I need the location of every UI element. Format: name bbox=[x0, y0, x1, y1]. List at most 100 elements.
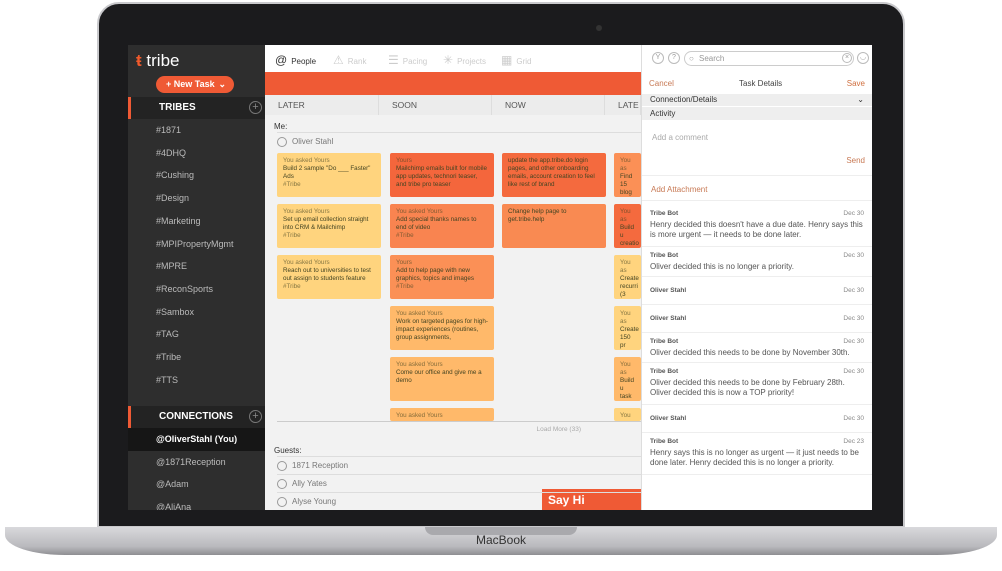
task-card[interactable]: You asked Yours Reach out to universities… bbox=[277, 255, 381, 299]
task-card[interactable]: You asked Yours Work on targeted pages fo… bbox=[390, 306, 494, 350]
tab-grid[interactable]: ▦ Grid bbox=[501, 53, 531, 67]
filter-icon[interactable]: Y bbox=[652, 52, 664, 64]
connections-header: CONNECTIONS + bbox=[128, 406, 265, 428]
people-icon: @ bbox=[275, 53, 288, 67]
user-icon bbox=[277, 136, 287, 147]
add-tribe-icon[interactable]: + bbox=[249, 101, 262, 114]
card-header: You as bbox=[620, 259, 631, 274]
column-header-now: NOW bbox=[492, 95, 605, 115]
task-card[interactable]: You asFind 15 blog ar (10 WE bbox=[614, 153, 641, 197]
add-attachment-button[interactable]: Add Attachment bbox=[642, 175, 872, 201]
sidebar-item-tribe[interactable]: #TAG bbox=[128, 323, 265, 346]
comment-input[interactable]: Add a comment bbox=[652, 133, 708, 142]
sidebar-item-tribe[interactable]: #1871 bbox=[128, 119, 265, 142]
sidebar-item-tribe[interactable]: #MPIPropertyMgmt bbox=[128, 233, 265, 256]
card-header: You asked Yours bbox=[283, 157, 330, 164]
guests-label: Guests: bbox=[274, 446, 302, 455]
card-title: Mailchimp emails built for mobile app up… bbox=[396, 165, 487, 188]
sidebar-item-tribe[interactable]: #TTS bbox=[128, 369, 265, 392]
card-header: You asked Yours bbox=[283, 259, 330, 266]
task-details-panel: Y ? ○ Search × ◡ Cancel Task Details Save… bbox=[641, 45, 872, 510]
save-button[interactable]: Save bbox=[847, 72, 865, 95]
card-title: Set up email collection straight into CR… bbox=[283, 216, 369, 231]
activity-author: Oliver Stahl bbox=[650, 415, 687, 422]
task-card[interactable]: You asBuild u creatio#Tribe bbox=[614, 204, 641, 248]
person-name: Ally Yates bbox=[292, 479, 327, 488]
rank-icon: ⚠ bbox=[333, 53, 344, 67]
card-title: Come our office and give me a demo bbox=[396, 369, 482, 384]
user-icon bbox=[277, 460, 287, 471]
task-card[interactable]: update the app.tribe.do login pages, and… bbox=[502, 153, 606, 197]
activity-date: Dec 30 bbox=[843, 338, 864, 345]
sidebar-item-tribe[interactable]: #Cushing bbox=[128, 164, 265, 187]
send-button[interactable]: Send bbox=[846, 156, 865, 165]
grid-icon: ▦ bbox=[501, 53, 513, 67]
sidebar-item-tribe[interactable]: #Design bbox=[128, 187, 265, 210]
column-header-later: LATER bbox=[265, 95, 379, 115]
sidebar-item-tribe[interactable]: #MPRE bbox=[128, 255, 265, 278]
activity-date: Dec 30 bbox=[843, 368, 864, 375]
task-card[interactable]: You as bbox=[614, 408, 641, 421]
profile-icon[interactable]: ◡ bbox=[857, 52, 869, 64]
sidebar-item-tribe[interactable]: #Marketing bbox=[128, 210, 265, 233]
activity-text: Oliver decided this needs to be done by … bbox=[650, 347, 850, 357]
connection-details-section[interactable]: Connection/Details ⌄ bbox=[642, 94, 872, 106]
sidebar-item-tribe[interactable]: #Tribe bbox=[128, 346, 265, 369]
task-card[interactable]: Change help page to get.tribe.help bbox=[502, 204, 606, 248]
activity-item: Oliver Stahl Dec 30 bbox=[642, 277, 872, 305]
activity-text: Oliver decided this is no longer a prior… bbox=[650, 261, 794, 271]
guest-row[interactable]: Alyse Young bbox=[277, 492, 641, 510]
sidebar-item-connection[interactable]: @AliAna bbox=[128, 496, 265, 510]
sidebar-item-connection[interactable]: @Adam bbox=[128, 473, 265, 496]
load-more-link[interactable]: Load More (33) bbox=[277, 421, 641, 441]
task-card[interactable]: You asked Yours bbox=[390, 408, 494, 421]
sidebar-item-connection[interactable]: @OliverStahl (You) bbox=[128, 428, 265, 451]
logo: ŧ tribe bbox=[136, 51, 179, 71]
search-placeholder: Search bbox=[699, 54, 725, 63]
guest-row[interactable]: 1871 Reception bbox=[277, 456, 641, 474]
task-card[interactable]: Yours Add to help page with new graphics,… bbox=[390, 255, 494, 299]
chevron-down-icon[interactable]: ⌄ bbox=[218, 76, 226, 93]
sidebar-item-tribe[interactable]: #Sambox bbox=[128, 301, 265, 324]
card-title: Add to help page with new graphics, topi… bbox=[396, 267, 475, 282]
task-card[interactable]: You asked Yours Build 2 sample "Do ___ Fa… bbox=[277, 153, 381, 197]
person-name: Alyse Young bbox=[292, 497, 337, 506]
sidebar-item-connection[interactable]: @1871Reception bbox=[128, 451, 265, 474]
tab-pacing[interactable]: ☰ Pacing bbox=[388, 53, 427, 67]
activity-date: Dec 23 bbox=[843, 438, 864, 445]
task-card[interactable]: You asked Yours Set up email collection s… bbox=[277, 204, 381, 248]
task-card[interactable]: You asCreate 150 pr we sho bbox=[614, 306, 641, 350]
card-header: You as bbox=[620, 412, 631, 421]
sidebar-item-tribe[interactable]: #ReconSports bbox=[128, 278, 265, 301]
sidebar-item-tribe[interactable]: #4DHQ bbox=[128, 142, 265, 165]
new-task-button[interactable]: + New Task ⌄ bbox=[156, 76, 234, 93]
task-card[interactable]: You asked Yours Come our office and give … bbox=[390, 357, 494, 401]
tribe-logo-icon: ŧ bbox=[136, 51, 142, 70]
task-card[interactable]: You asCreate recurri (3 WEE bbox=[614, 255, 641, 299]
card-tag: #Tribe bbox=[396, 283, 414, 290]
clear-search-icon[interactable]: × bbox=[842, 53, 852, 63]
activity-text: Oliver decided this needs to be done by … bbox=[650, 377, 845, 398]
help-icon[interactable]: ? bbox=[668, 52, 680, 64]
card-title: Build 2 sample "Do ___ Faster" Ads bbox=[283, 165, 371, 180]
activity-author: Oliver Stahl bbox=[650, 287, 687, 294]
add-connection-icon[interactable]: + bbox=[249, 410, 262, 423]
tab-people[interactable]: @ People bbox=[275, 53, 316, 67]
guest-row[interactable]: Ally Yates bbox=[277, 474, 641, 492]
activity-item: Oliver Stahl Dec 30 bbox=[642, 405, 872, 433]
search-input[interactable]: ○ Search bbox=[684, 51, 854, 66]
task-card[interactable]: You asked Yours Add special thanks names … bbox=[390, 204, 494, 248]
cancel-button[interactable]: Cancel bbox=[649, 72, 674, 95]
task-card[interactable]: You asBuild u task cr#Tribe bbox=[614, 357, 641, 401]
task-card[interactable]: Yours Mailchimp emails built for mobile a… bbox=[390, 153, 494, 197]
section-label: Connection/Details bbox=[650, 95, 718, 104]
me-person-row[interactable]: Oliver Stahl bbox=[277, 132, 641, 150]
card-tag: #Tribe bbox=[396, 232, 414, 239]
card-header: You asked Yours bbox=[396, 412, 443, 419]
tab-rank[interactable]: ⚠ Rank bbox=[333, 53, 366, 67]
chevron-down-icon[interactable]: ⌄ bbox=[857, 94, 864, 106]
card-tag: #Tribe bbox=[283, 181, 301, 188]
tab-label: Rank bbox=[347, 57, 367, 66]
connections-title: CONNECTIONS bbox=[159, 411, 233, 422]
tab-projects[interactable]: ✳ Projects bbox=[443, 53, 486, 67]
